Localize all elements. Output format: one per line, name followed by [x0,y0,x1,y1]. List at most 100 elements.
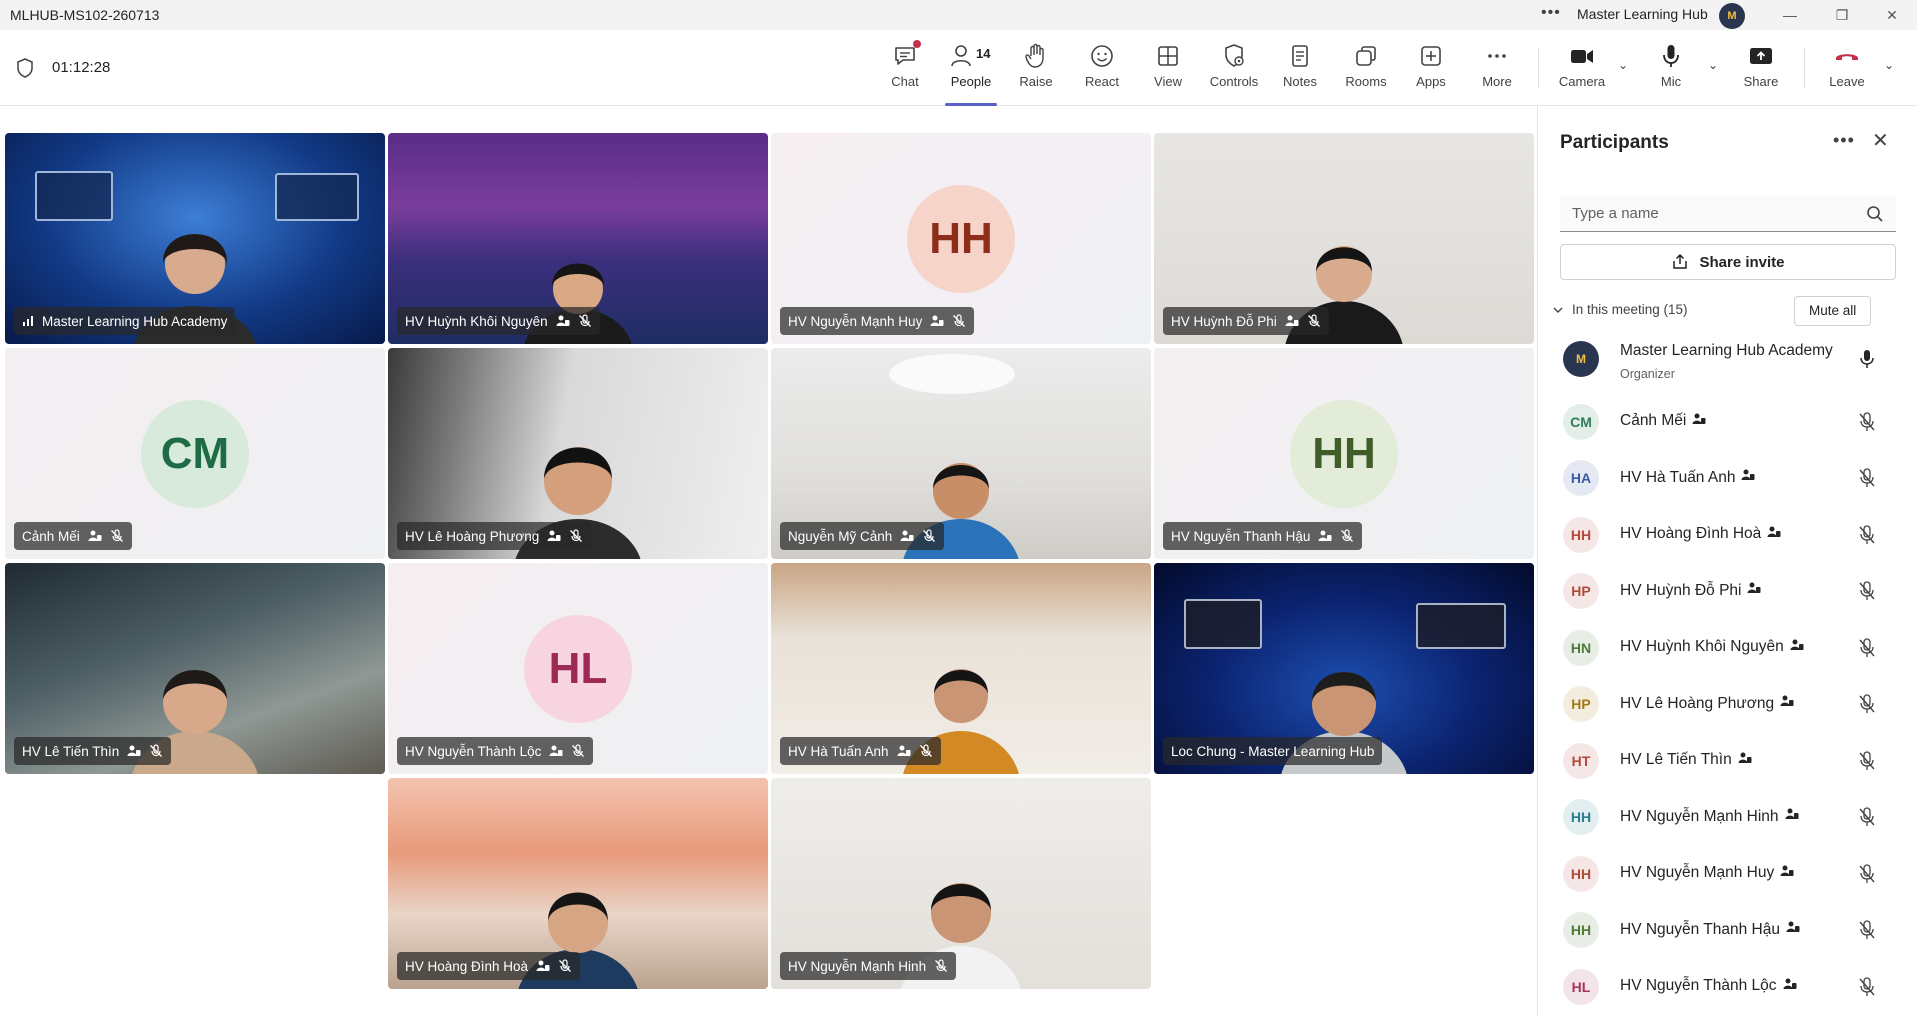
participant-role: Organizer [1620,367,1675,381]
guest-icon [127,745,141,756]
mic-off-icon[interactable] [1858,637,1876,663]
mic-icon[interactable] [1858,349,1876,374]
mic-off-icon [953,314,966,327]
participant-row[interactable]: HH HV Nguyễn Mạnh Hinh [1538,794,1917,840]
participant-row[interactable]: HP HV Lê Hoàng Phương [1538,681,1917,727]
close-window-icon[interactable]: ✕ [1878,3,1906,27]
raise-label: Raise [1019,74,1053,89]
camera-button[interactable]: Camera [1552,38,1612,100]
video-tile[interactable]: HV Huỳnh Khôi Nguyên [388,133,768,344]
hand-icon [1025,43,1044,68]
rooms-button[interactable]: Rooms [1336,38,1396,100]
participant-row[interactable]: M Master Learning Hub Academy Organizer [1538,336,1917,382]
mic-off-icon[interactable] [1858,976,1876,1002]
guest-icon [1738,751,1752,770]
search-input[interactable] [1560,196,1840,230]
share-invite-button[interactable]: Share invite [1560,244,1896,280]
participant-row[interactable]: CM Cảnh Mếi [1538,399,1917,445]
title-bar: MLHUB-MS102-260713 ••• Master Learning H… [0,0,1917,30]
mic-button[interactable]: Mic [1641,38,1701,100]
leave-options-chevron-icon[interactable]: ⌄ [1884,58,1894,72]
view-label: View [1154,74,1182,89]
apps-button[interactable]: Apps [1401,38,1461,100]
mic-off-icon[interactable] [1858,524,1876,550]
people-icon [951,45,971,67]
mic-off-icon[interactable] [1858,863,1876,889]
notes-icon [1292,45,1308,67]
participant-name: HV Lê Tiến Thìn [1620,751,1732,768]
video-tile[interactable]: HV Lê Hoàng Phương [388,348,768,559]
mic-options-chevron-icon[interactable]: ⌄ [1708,58,1718,72]
toolbar-divider [1804,48,1805,88]
share-invite-label: Share invite [1699,253,1785,271]
participant-row[interactable]: HN HV Huỳnh Khôi Nguyên [1538,625,1917,671]
video-tile[interactable]: HV Huỳnh Đỗ Phi [1154,133,1534,344]
window-title: MLHUB-MS102-260713 [10,7,160,23]
camera-options-chevron-icon[interactable]: ⌄ [1618,58,1628,72]
minimize-icon[interactable]: — [1776,3,1804,27]
video-tile[interactable]: Master Learning Hub Academy [5,133,385,344]
participant-name: HV Huỳnh Khôi Nguyên [1620,638,1784,655]
participant-row[interactable]: HL HV Nguyễn Thành Lộc [1538,964,1917,1010]
participant-row[interactable]: HA HV Hà Tuấn Anh [1538,455,1917,501]
video-tile-active-speaker[interactable]: Loc Chung - Master Learning Hub [1154,563,1534,774]
participant-name-tag: HV Lê Tiến Thìn [14,737,172,765]
share-label: Share [1743,74,1779,89]
video-tile[interactable]: HV Nguyễn Mạnh Hinh [771,778,1151,989]
panel-more-icon[interactable]: ••• [1833,130,1855,151]
in-meeting-section-toggle[interactable]: In this meeting (15) [1552,302,1688,317]
video-tile[interactable]: HH HV Nguyễn Thanh Hậu [1154,348,1534,559]
rooms-icon [1356,46,1376,66]
restore-icon[interactable]: ❐ [1828,3,1856,27]
guest-icon [88,530,102,541]
hang-up-icon [1836,54,1858,60]
participant-name: Cảnh Mếi [22,528,80,544]
participant-name: HV Nguyễn Mạnh Huy [1620,864,1775,881]
chat-unread-dot [913,40,921,48]
video-tile[interactable]: HV Lê Tiến Thìn [5,563,385,774]
video-tile[interactable]: HV Hà Tuấn Anh [771,563,1151,774]
chat-button[interactable]: Chat [875,38,935,100]
add-app-icon [1421,46,1441,66]
participant-avatar: HP [1563,686,1599,722]
participant-row[interactable]: HT HV Lê Tiến Thìn [1538,738,1917,784]
video-tile[interactable]: CM Cảnh Mếi [5,348,385,559]
leave-button[interactable]: Leave [1817,38,1877,100]
mic-off-icon[interactable] [1858,750,1876,776]
video-tile[interactable]: HH HV Nguyễn Mạnh Huy [771,133,1151,344]
view-button[interactable]: View [1138,38,1198,100]
notes-button[interactable]: Notes [1270,38,1330,100]
participant-row[interactable]: HH HV Hoàng Đình Hoà [1538,512,1917,558]
participant-name-line: HV Huỳnh Khôi Nguyên [1620,638,1804,657]
more-button[interactable]: More [1467,38,1527,100]
mic-off-icon[interactable] [1858,468,1876,493]
people-button[interactable]: 14 People [941,38,1001,106]
participant-name-line: HV Hà Tuấn Anh [1620,468,1755,487]
share-button[interactable]: Share [1731,38,1791,100]
participant-row[interactable]: HH HV Nguyễn Thanh Hậu [1538,907,1917,953]
share-icon [1673,253,1688,269]
mic-off-icon[interactable] [1858,807,1876,832]
guest-icon [1285,315,1299,326]
mic-off-icon[interactable] [1858,411,1876,437]
close-icon[interactable]: ✕ [1872,128,1889,153]
more-options-icon[interactable]: ••• [1541,4,1561,22]
video-tile[interactable]: Nguyễn Mỹ Cảnh [771,348,1151,559]
participant-row[interactable]: HP HV Huỳnh Đỗ Phi [1538,568,1917,614]
mic-off-icon[interactable] [1858,581,1876,606]
participant-row[interactable]: HH HV Nguyễn Mạnh Huy [1538,851,1917,897]
participant-avatar: M [1563,341,1599,377]
mute-all-button[interactable]: Mute all [1794,296,1872,326]
video-tile[interactable]: HL HV Nguyễn Thành Lộc [388,563,768,774]
search-icon[interactable] [1866,205,1884,223]
mic-off-icon [923,529,936,542]
mic-off-icon[interactable] [1858,920,1876,945]
react-button[interactable]: React [1072,38,1132,100]
shield-icon [17,58,33,78]
participant-name-tag: HV Huỳnh Khôi Nguyên [397,307,600,335]
video-tile[interactable]: HV Hoàng Đình Hoà [388,778,768,989]
controls-button[interactable]: Controls [1204,38,1264,100]
mic-off-icon[interactable] [1858,694,1876,719]
raise-hand-button[interactable]: Raise [1006,38,1066,100]
account-avatar[interactable]: M [1719,3,1745,29]
